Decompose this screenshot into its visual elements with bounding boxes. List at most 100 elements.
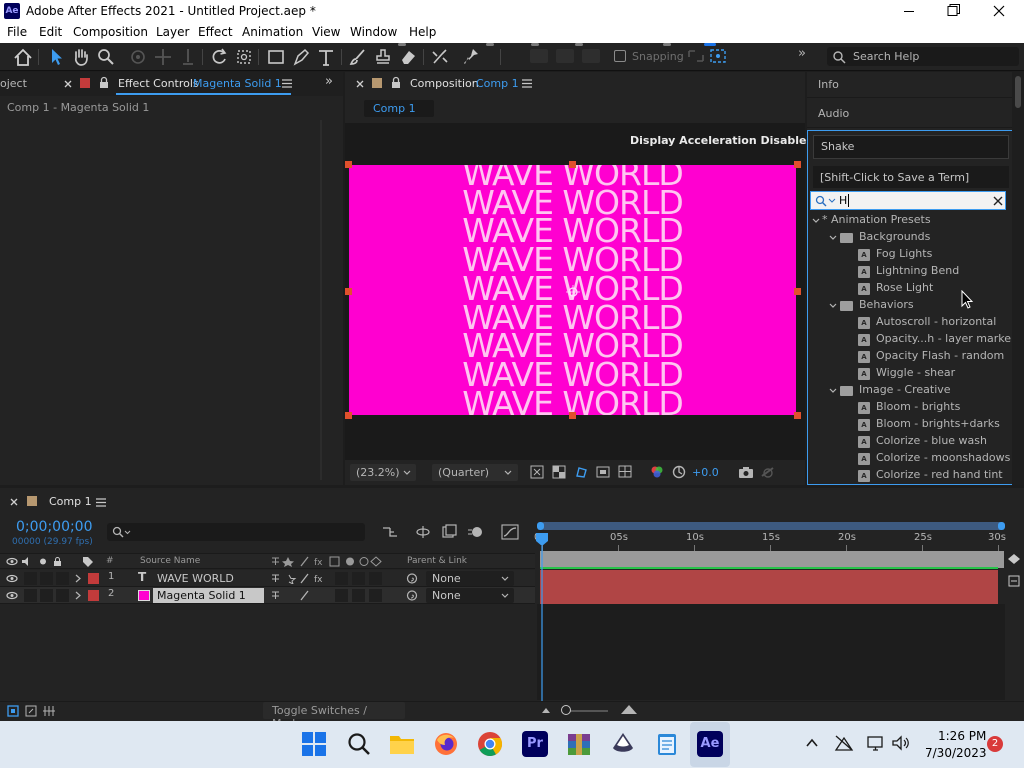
display-icon[interactable] bbox=[866, 735, 886, 751]
parent-dropdown[interactable]: None bbox=[426, 571, 514, 586]
menu-edit[interactable]: Edit bbox=[39, 25, 62, 39]
panel-overflow-icon[interactable]: » bbox=[325, 74, 333, 89]
tree-preset-item[interactable]: Rose Light bbox=[876, 281, 933, 298]
menu-view[interactable]: View bbox=[312, 25, 340, 39]
type-tool-icon[interactable] bbox=[315, 46, 337, 68]
chrome-icon[interactable] bbox=[477, 731, 503, 757]
transform-handle[interactable] bbox=[569, 161, 576, 168]
composition-tab-comp-name[interactable]: Comp 1 bbox=[476, 77, 519, 90]
panel-menu-icon[interactable] bbox=[281, 78, 293, 89]
switch-cell[interactable] bbox=[369, 589, 382, 602]
motion-blur-icon[interactable] bbox=[467, 524, 485, 540]
reset-exposure-icon[interactable] bbox=[672, 465, 686, 479]
after-effects-icon[interactable]: Ae bbox=[697, 731, 723, 757]
layer-switch-icons[interactable]: fx bbox=[270, 573, 330, 584]
layer-bar-wave-world[interactable] bbox=[540, 570, 998, 587]
tree-root-animation-presets[interactable]: * Animation Presets bbox=[822, 213, 931, 230]
menu-help[interactable]: Help bbox=[409, 25, 436, 39]
zoom-slider-thumb[interactable] bbox=[561, 705, 571, 715]
dolly-camera-tool-icon[interactable] bbox=[177, 46, 199, 68]
switch-cell[interactable] bbox=[352, 589, 365, 602]
close-tab-icon[interactable] bbox=[9, 497, 19, 507]
composition-tab-label[interactable]: Composition bbox=[410, 77, 479, 90]
chevron-down-icon[interactable] bbox=[829, 302, 837, 310]
selection-tool-icon[interactable] bbox=[45, 46, 67, 68]
frame-blending-icon[interactable] bbox=[440, 524, 458, 540]
winrar-icon[interactable] bbox=[566, 731, 592, 757]
playhead-icon[interactable] bbox=[535, 533, 549, 701]
show-snapshot-icon[interactable] bbox=[760, 465, 776, 479]
premiere-pro-icon[interactable]: Pr bbox=[522, 731, 548, 757]
mask-visibility-icon[interactable] bbox=[574, 465, 588, 479]
shake-search-suggestion[interactable]: Shake bbox=[813, 135, 1009, 159]
pick-whip-icon[interactable] bbox=[406, 590, 418, 601]
search-icon[interactable] bbox=[346, 731, 372, 757]
tree-preset-item[interactable]: Bloom - brights+darks bbox=[876, 417, 1000, 434]
layer-name-field[interactable]: Magenta Solid 1 bbox=[153, 588, 264, 603]
windows-start-icon[interactable] bbox=[301, 731, 327, 757]
chevron-right-icon[interactable] bbox=[74, 574, 82, 583]
clone-stamp-tool-icon[interactable] bbox=[372, 46, 394, 68]
audio-toggle[interactable] bbox=[24, 589, 37, 602]
home-icon[interactable] bbox=[12, 46, 34, 68]
tree-folder[interactable]: Image - Creative bbox=[859, 383, 951, 400]
layer-label-color[interactable] bbox=[88, 590, 99, 601]
audio-panel-header[interactable]: Audio bbox=[807, 100, 1012, 128]
exposure-value[interactable]: +0.0 bbox=[692, 466, 719, 479]
navigator-start-handle[interactable] bbox=[537, 522, 544, 530]
info-panel-header[interactable]: Info bbox=[807, 72, 1012, 98]
tree-folder[interactable]: Backgrounds bbox=[859, 230, 930, 247]
timeline-tab-label[interactable]: Comp 1 bbox=[49, 495, 92, 508]
network-disconnected-icon[interactable] bbox=[834, 734, 854, 752]
firefox-icon[interactable] bbox=[433, 731, 459, 757]
close-tab-icon[interactable] bbox=[355, 79, 365, 89]
transparency-grid-icon[interactable] bbox=[552, 465, 566, 479]
menu-effect[interactable]: Effect bbox=[198, 25, 233, 39]
tree-preset-item[interactable]: Lightning Bend bbox=[876, 264, 959, 281]
pick-whip-icon[interactable] bbox=[406, 573, 418, 584]
transform-handle[interactable] bbox=[794, 412, 801, 419]
notification-badge[interactable]: 2 bbox=[987, 736, 1003, 752]
region-of-interest-icon[interactable] bbox=[596, 465, 610, 479]
inkscape-icon[interactable] bbox=[610, 731, 636, 757]
menu-window[interactable]: Window bbox=[350, 25, 397, 39]
layer-switch-icons[interactable] bbox=[270, 590, 330, 601]
effects-search-input[interactable]: H bbox=[810, 191, 1006, 210]
work-area-bar[interactable] bbox=[540, 551, 1004, 568]
transform-handle[interactable] bbox=[569, 412, 576, 419]
solo-toggle[interactable] bbox=[40, 572, 53, 585]
snapping-checkbox[interactable] bbox=[614, 50, 626, 62]
magnification-dropdown[interactable]: (23.2%) bbox=[350, 464, 416, 481]
snapshot-camera-icon[interactable] bbox=[738, 465, 754, 479]
transform-handle[interactable] bbox=[345, 412, 352, 419]
pan-camera-tool-icon[interactable] bbox=[152, 46, 174, 68]
clock-date[interactable]: 7/30/2023 bbox=[925, 746, 987, 760]
timeline-footer-icons[interactable] bbox=[7, 704, 59, 718]
switch-cell[interactable] bbox=[335, 589, 348, 602]
chevron-down-icon[interactable] bbox=[829, 234, 837, 242]
switch-cell[interactable] bbox=[335, 572, 348, 585]
tree-preset-item[interactable]: Wiggle - shear bbox=[876, 366, 955, 383]
minimize-button[interactable] bbox=[886, 0, 932, 23]
snap-edges-icon[interactable] bbox=[686, 47, 706, 65]
transform-handle[interactable] bbox=[794, 161, 801, 168]
menu-animation[interactable]: Animation bbox=[242, 25, 303, 39]
chevron-up-icon[interactable] bbox=[805, 737, 819, 749]
transform-handle[interactable] bbox=[345, 161, 352, 168]
tree-folder[interactable]: Behaviors bbox=[859, 298, 914, 315]
color-channels-icon[interactable] bbox=[650, 465, 664, 479]
chevron-down-icon[interactable] bbox=[829, 387, 837, 395]
chevron-right-icon[interactable] bbox=[74, 591, 82, 600]
maximize-button[interactable] bbox=[930, 0, 976, 23]
rectangle-tool-icon[interactable] bbox=[265, 46, 287, 68]
layer-name-field[interactable]: WAVE WORLD bbox=[153, 571, 264, 586]
eye-visibility-icon[interactable] bbox=[6, 574, 18, 583]
close-button[interactable] bbox=[976, 0, 1022, 23]
tree-preset-item[interactable]: Opacity Flash - random bbox=[876, 349, 1004, 366]
eye-visibility-icon[interactable] bbox=[6, 591, 18, 600]
transform-handle[interactable] bbox=[345, 288, 352, 295]
lock-icon[interactable] bbox=[390, 76, 402, 89]
effect-controls-tab-label[interactable]: Effect Controls bbox=[118, 77, 199, 90]
tree-preset-item[interactable]: Colorize - red hand tint bbox=[876, 468, 1003, 484]
right-panel-scrollbar[interactable] bbox=[1012, 72, 1024, 485]
